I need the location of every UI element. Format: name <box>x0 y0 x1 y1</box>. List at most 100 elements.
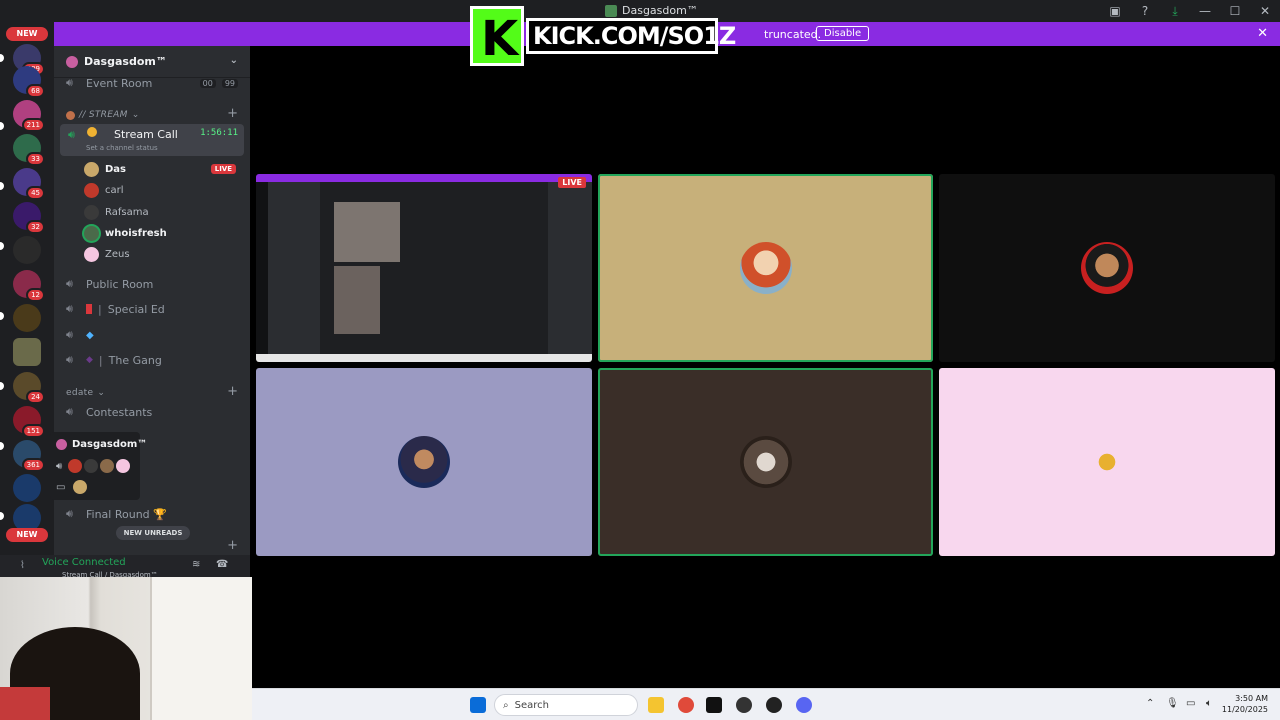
server-icon[interactable]: 32 <box>13 202 45 234</box>
member-name: Das <box>105 163 127 175</box>
avatar <box>68 459 83 473</box>
channel-special-ed[interactable]: 🔊︎ | Special Ed <box>62 298 244 320</box>
channel-the-gang[interactable]: 🔊︎ ◆ | The Gang <box>62 349 244 371</box>
server-rail: NEW 409 68 211 33 45 32 12 24 151 361 NE… <box>0 22 54 577</box>
voice-member[interactable]: carl <box>84 180 244 200</box>
channel-label: Contestants <box>86 405 153 419</box>
server-icon[interactable]: 211 <box>13 100 45 132</box>
voice-connected-label[interactable]: Voice Connected <box>42 557 126 568</box>
channel-final-round[interactable]: 🔊︎ Final Round 🏆 <box>62 503 244 525</box>
noise-suppression-icon[interactable]: ≋ <box>192 559 200 570</box>
participant-tile[interactable] <box>939 174 1275 362</box>
microphone-icon[interactable]: 🎙︎ <box>1166 698 1179 709</box>
avatar <box>84 204 99 220</box>
category-edate[interactable]: edate ⌄ <box>66 388 105 398</box>
start-icon[interactable] <box>470 697 486 713</box>
obs-icon[interactable] <box>736 697 752 713</box>
server-icon[interactable]: 151 <box>13 406 45 438</box>
new-unreads-button[interactable]: NEW UNREADS <box>116 526 190 540</box>
taskbar-search[interactable]: ⌕ Search <box>494 694 638 716</box>
unread-dot <box>0 512 4 520</box>
help-icon[interactable]: ? <box>1130 4 1160 18</box>
taskbar-clock[interactable]: 3:50 AM 11/20/2025 <box>1222 693 1268 715</box>
category-stream[interactable]: // STREAM ⌄ <box>66 110 140 120</box>
server-icon[interactable]: 45 <box>13 168 45 200</box>
disconnect-icon[interactable]: ☎ <box>216 559 228 570</box>
close-icon[interactable]: ✕ <box>1250 4 1280 18</box>
unread-dot <box>0 122 4 130</box>
add-channel-icon[interactable]: + <box>227 538 238 553</box>
new-pill-top[interactable]: NEW <box>6 27 48 41</box>
clock-date: 11/20/2025 <box>1221 705 1268 714</box>
server-icon[interactable]: 68 <box>13 66 45 98</box>
channel-public-room[interactable]: 🔊︎ Public Room <box>62 273 244 295</box>
app-g-icon[interactable] <box>766 697 782 713</box>
channel-label: Event Room <box>86 76 153 90</box>
server-icon[interactable]: 33 <box>13 134 45 166</box>
gem-icon: ◆ <box>86 329 94 341</box>
chevron-up-icon[interactable]: ⌃ <box>1146 698 1154 709</box>
banner-close-icon[interactable]: ✕ <box>1257 26 1268 41</box>
audio-app-icon[interactable] <box>706 697 722 713</box>
avatar <box>84 459 99 473</box>
channel-event-room[interactable]: 🔊︎ Event Room 00 99 <box>62 72 244 94</box>
hover-card-name: Dasgasdom™ <box>72 439 148 450</box>
voice-member[interactable]: Rafsama <box>84 202 244 222</box>
voice-member[interactable]: whoisfresh <box>84 223 244 243</box>
speaker-icon: 🔊︎ <box>66 405 73 418</box>
server-icon[interactable]: 24 <box>13 372 45 404</box>
chevron-down-icon[interactable]: ⌄ <box>230 55 238 66</box>
chrome-icon[interactable] <box>678 697 694 713</box>
book-icon <box>86 304 92 314</box>
signal-icon[interactable]: ⌇ <box>20 560 25 571</box>
disable-button[interactable]: Disable <box>816 26 870 41</box>
user-count: 00 <box>199 78 216 88</box>
screen-share-icon: ▭ <box>56 481 66 493</box>
channel-contestants[interactable]: 🔊︎ Contestants <box>62 401 244 423</box>
hover-card-voice-row: 🔊︎ <box>56 459 131 473</box>
stream-tile[interactable]: LIVE <box>256 174 592 362</box>
speaker-icon: 🔊︎ <box>66 302 73 315</box>
channel-status[interactable]: Set a channel status <box>86 144 158 152</box>
avatar <box>739 242 792 294</box>
participant-tile[interactable] <box>598 368 933 556</box>
kick-logo <box>470 6 524 67</box>
maximize-icon[interactable]: ☐ <box>1220 4 1250 18</box>
channel-label: Final Round 🏆 <box>86 507 167 521</box>
file-explorer-icon[interactable] <box>648 697 664 713</box>
unread-dot <box>0 54 4 62</box>
webcam-shirt <box>0 687 50 720</box>
voice-member[interactable]: Zeus <box>84 244 244 264</box>
channel-label: Special Ed <box>107 302 165 316</box>
server-icon[interactable] <box>13 304 41 332</box>
participant-tile[interactable] <box>256 368 592 556</box>
channel-gem[interactable]: 🔊︎ ◆ <box>62 324 244 346</box>
channel-stream-call[interactable]: 🔊︎ Stream Call 1:56:11 Set a channel sta… <box>60 124 244 156</box>
search-icon: ⌕ <box>503 699 509 711</box>
add-channel-icon[interactable]: + <box>227 384 238 399</box>
participant-tile[interactable] <box>598 174 933 362</box>
inbox-icon[interactable]: ▣ <box>1100 4 1130 18</box>
volume-icon[interactable]: 🔈︎ <box>1206 698 1212 709</box>
voice-status-bar: ⌇ Voice Connected Stream Call / Dasgasdo… <box>0 555 250 579</box>
avatar <box>73 480 88 494</box>
voice-channel-icon: 🔊︎ <box>68 128 75 141</box>
voice-member[interactable]: Das LIVE <box>84 159 244 179</box>
discord-icon[interactable] <box>796 697 812 713</box>
channel-label: Stream Call <box>114 128 178 141</box>
minimize-icon[interactable]: — <box>1190 4 1220 18</box>
avatar <box>398 436 450 488</box>
server-icon[interactable] <box>13 236 41 264</box>
webcam-door <box>150 577 252 720</box>
server-icon[interactable]: 12 <box>13 270 45 302</box>
speaker-icon: 🔊︎ <box>56 460 63 472</box>
new-pill-bottom[interactable]: NEW <box>6 528 48 542</box>
member-name: carl <box>105 184 124 196</box>
server-icon[interactable] <box>13 338 41 366</box>
battery-icon[interactable]: ▭ <box>1186 698 1195 709</box>
participant-tile[interactable] <box>939 368 1275 556</box>
server-icon[interactable]: 361 <box>13 440 45 472</box>
add-channel-icon[interactable]: + <box>227 106 238 121</box>
download-icon[interactable]: ⤓ <box>1160 4 1190 19</box>
server-icon[interactable] <box>13 474 41 502</box>
